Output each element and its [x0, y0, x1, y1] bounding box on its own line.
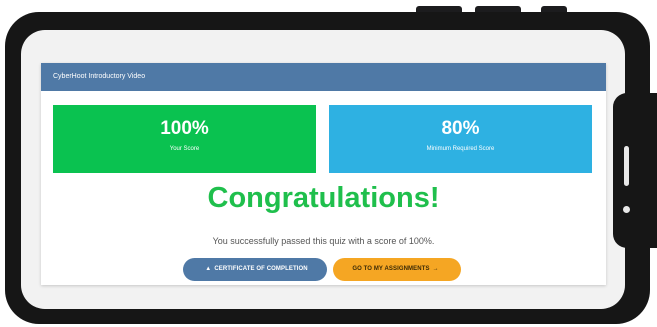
- required-score-box: 80% Minimum Required Score: [329, 105, 592, 173]
- your-score-box: 100% Your Score: [53, 105, 316, 173]
- result-message: You successfully passed this quiz with a…: [212, 236, 435, 246]
- certificate-button[interactable]: ▲ CERTIFICATE OF COMPLETION: [183, 258, 327, 281]
- your-score-label: Your Score: [169, 146, 200, 152]
- assignments-button-label: GO TO MY ASSIGNMENTS: [352, 266, 430, 272]
- congratulations-heading: Congratulations!: [207, 182, 440, 214]
- quiz-result-card: CyberHoot Introductory Video 100% Your S…: [41, 63, 606, 285]
- speaker-grille: [624, 146, 629, 186]
- arrow-right-icon: →: [432, 266, 439, 272]
- certificate-button-label: CERTIFICATE OF COMPLETION: [214, 266, 308, 272]
- phone-notch: [613, 93, 657, 248]
- video-title-bar: CyberHoot Introductory Video: [41, 63, 606, 91]
- go-to-assignments-button[interactable]: GO TO MY ASSIGNMENTS →: [333, 258, 461, 281]
- required-score-label: Minimum Required Score: [426, 146, 495, 152]
- camera-dot: [623, 206, 630, 213]
- warning-triangle-icon: ▲: [205, 266, 212, 272]
- video-title: CyberHoot Introductory Video: [53, 73, 146, 80]
- your-score-value: 100%: [160, 118, 209, 139]
- required-score-value: 80%: [441, 118, 480, 139]
